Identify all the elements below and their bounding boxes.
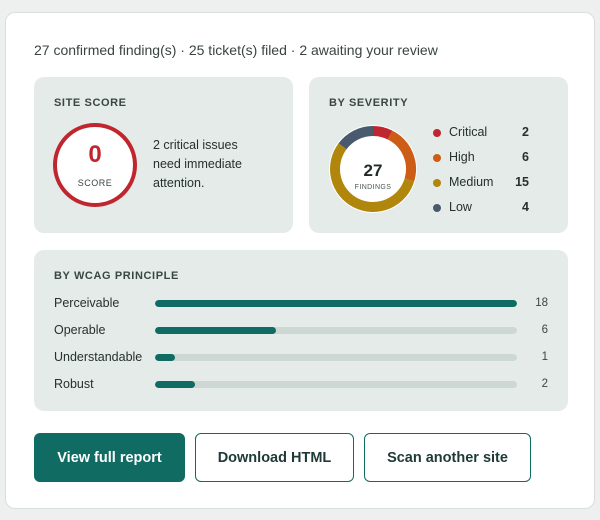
legend-label: High	[449, 150, 475, 164]
wcag-row-operable: Operable 6	[54, 320, 554, 340]
donut-slice-critical	[372, 126, 393, 140]
legend-count: 6	[522, 150, 529, 164]
legend-label: Critical	[449, 125, 488, 139]
score-label: SCORE	[77, 178, 113, 188]
wcag-row-understandable: Understandable 1	[54, 347, 554, 367]
wcag-row-perceivable: Perceivable 18	[54, 293, 554, 313]
legend-item-high: High 6	[433, 148, 551, 173]
high-dot-icon	[433, 154, 441, 162]
site-score-panel: SITE SCORE 0 SCORE 2 critical issues nee…	[34, 77, 293, 233]
findings-total: 27	[363, 161, 383, 180]
wcag-bar-fill	[155, 327, 276, 334]
wcag-bar-track	[155, 300, 517, 307]
legend-count: 4	[522, 200, 529, 214]
critical-dot-icon	[433, 129, 441, 137]
wcag-bar-track	[155, 381, 517, 388]
severity-legend: Critical 2 High 6 Medium 15 Low 4	[433, 123, 551, 223]
wcag-row-label: Operable	[54, 323, 106, 337]
score-message: 2 critical issues need immediate attenti…	[153, 138, 242, 190]
legend-count: 2	[522, 125, 529, 139]
findings-total-label: FINDINGS	[354, 184, 392, 191]
score-value: 0	[88, 141, 102, 168]
medium-dot-icon	[433, 179, 441, 187]
wcag-bar-fill	[155, 354, 176, 361]
wcag-bar-track	[155, 354, 517, 361]
findings-summary: 27 confirmed finding(s) · 25 ticket(s) f…	[34, 42, 438, 58]
wcag-principle-panel: BY WCAG PRINCIPLE Perceivable 18 Operabl…	[34, 250, 568, 411]
wcag-row-robust: Robust 2	[54, 374, 554, 394]
wcag-bar-fill	[155, 300, 517, 307]
score-ring: 0 SCORE	[53, 123, 137, 207]
wcag-row-count: 6	[541, 324, 548, 336]
wcag-title: BY WCAG PRINCIPLE	[54, 270, 179, 282]
download-html-button[interactable]: Download HTML	[195, 433, 354, 482]
wcag-row-count: 18	[535, 297, 548, 309]
wcag-bar-track	[155, 327, 517, 334]
low-dot-icon	[433, 204, 441, 212]
wcag-row-label: Understandable	[54, 350, 143, 364]
severity-panel: BY SEVERITY 27 FINDINGS Critical 2 High …	[309, 77, 568, 233]
legend-label: Medium	[449, 175, 494, 189]
legend-item-critical: Critical 2	[433, 123, 551, 148]
wcag-row-count: 2	[541, 378, 548, 390]
legend-item-low: Low 4	[433, 198, 551, 223]
wcag-bar-fill	[155, 381, 196, 388]
site-score-title: SITE SCORE	[54, 97, 127, 109]
severity-title: BY SEVERITY	[329, 97, 409, 109]
legend-item-medium: Medium 15	[433, 173, 551, 198]
scan-another-site-button[interactable]: Scan another site	[364, 433, 531, 482]
wcag-row-label: Perceivable	[54, 296, 120, 310]
wcag-row-label: Robust	[54, 377, 94, 391]
results-card: 27 confirmed finding(s) · 25 ticket(s) f…	[5, 12, 595, 509]
legend-count: 15	[515, 175, 529, 189]
legend-label: Low	[449, 200, 472, 214]
wcag-row-count: 1	[541, 351, 548, 363]
view-full-report-button[interactable]: View full report	[34, 433, 185, 482]
